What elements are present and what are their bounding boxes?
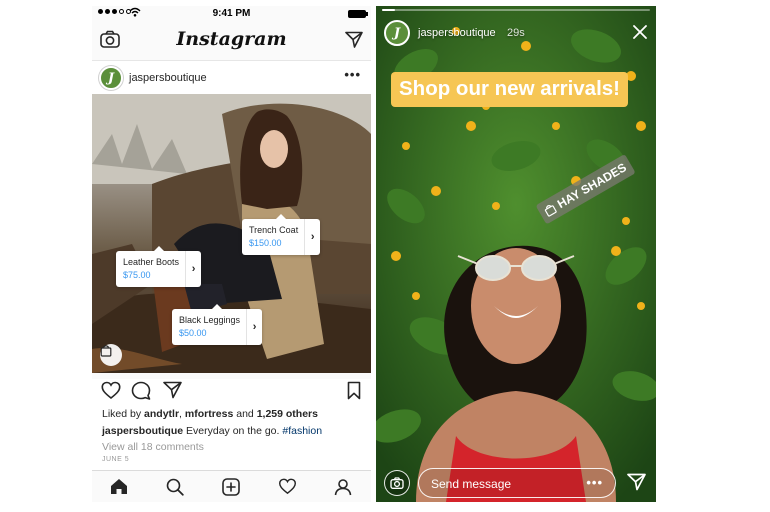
story-screen[interactable]: J jaspersboutique 29s Shop our new arriv… xyxy=(376,6,656,502)
story-avatar[interactable]: J xyxy=(384,20,410,46)
story-age: 29s xyxy=(507,27,525,39)
more-options-icon[interactable]: ••• xyxy=(344,67,361,82)
product-tag[interactable]: Black Leggings $50.00 › xyxy=(172,304,263,345)
send-message-box[interactable]: ••• xyxy=(418,468,616,498)
more-options-icon[interactable]: ••• xyxy=(586,475,603,490)
story-header: J jaspersboutique 29s xyxy=(376,18,656,48)
bottom-tab-bar xyxy=(92,470,371,502)
chevron-right-icon: › xyxy=(304,219,320,255)
product-name: Black Leggings xyxy=(179,315,241,325)
top-nav-bar: Instagram xyxy=(92,22,371,60)
product-name: Leather Boots xyxy=(123,257,180,267)
profile-icon[interactable] xyxy=(334,478,352,496)
product-name: Trench Coat xyxy=(249,225,299,235)
shopping-bag-icon[interactable] xyxy=(100,344,122,366)
story-username[interactable]: jaspersboutique xyxy=(418,27,496,39)
comment-icon[interactable] xyxy=(131,381,151,400)
chevron-right-icon: › xyxy=(185,251,201,287)
post-header: J jaspersboutique ••• xyxy=(92,60,371,94)
caption-text: Everyday on the go. xyxy=(186,425,280,437)
post-actions xyxy=(92,379,371,403)
feed-screen: 9:41 PM Instagram J jaspersboutique ••• xyxy=(92,6,371,502)
status-time: 9:41 PM xyxy=(212,8,251,19)
liker-username[interactable]: mfortress xyxy=(185,408,233,420)
direct-send-icon[interactable] xyxy=(345,31,363,48)
liker-username[interactable]: andytlr xyxy=(144,408,179,420)
product-price: $50.00 xyxy=(179,328,207,338)
battery-icon xyxy=(348,10,368,18)
likes-line: Liked by andytlr, mfortress and 1,259 ot… xyxy=(102,408,318,420)
instagram-logo: Instagram xyxy=(176,28,287,50)
direct-send-icon[interactable] xyxy=(627,473,646,491)
likes-connector: and xyxy=(236,408,254,420)
caption: jaspersboutique Everyday on the go. #fas… xyxy=(102,425,322,437)
story-headline-text: Shop our new arrivals! xyxy=(391,72,628,107)
chevron-right-icon: › xyxy=(246,309,262,345)
view-comments-link[interactable]: View all 18 comments xyxy=(102,441,204,453)
story-footer: ••• xyxy=(376,466,656,502)
product-tag[interactable]: Trench Coat $150.00 › xyxy=(242,214,321,255)
caption-hashtag[interactable]: #fashion xyxy=(282,425,322,437)
story-progress-bar xyxy=(382,9,650,11)
post-info: Liked by andytlr, mfortress and 1,259 ot… xyxy=(92,403,371,470)
bookmark-icon[interactable] xyxy=(347,381,361,400)
share-icon[interactable] xyxy=(163,381,182,399)
close-icon[interactable] xyxy=(632,24,648,40)
send-message-input[interactable] xyxy=(431,475,581,493)
avatar[interactable]: J xyxy=(99,66,123,90)
post-photo[interactable]: Trench Coat $150.00 › Leather Boots $75.… xyxy=(92,94,371,373)
product-price: $75.00 xyxy=(123,270,151,280)
likes-prefix: Liked by xyxy=(102,408,142,420)
camera-icon xyxy=(390,477,404,489)
likes-count[interactable]: 1,259 others xyxy=(257,408,318,420)
post-username[interactable]: jaspersboutique xyxy=(129,72,207,84)
like-heart-icon[interactable] xyxy=(101,381,121,400)
status-bar: 9:41 PM xyxy=(92,6,371,22)
search-icon[interactable] xyxy=(166,478,184,496)
home-icon[interactable] xyxy=(110,478,128,495)
story-progress-fill xyxy=(382,9,396,11)
activity-heart-icon[interactable] xyxy=(278,478,297,495)
shopping-bag-icon xyxy=(544,205,557,217)
story-camera-button[interactable] xyxy=(384,470,410,496)
product-tag[interactable]: Leather Boots $75.00 › xyxy=(116,246,202,287)
product-price: $150.00 xyxy=(249,238,282,248)
caption-username[interactable]: jaspersboutique xyxy=(102,425,183,437)
post-date: JUNE 5 xyxy=(102,456,130,463)
new-post-icon[interactable] xyxy=(222,478,240,496)
